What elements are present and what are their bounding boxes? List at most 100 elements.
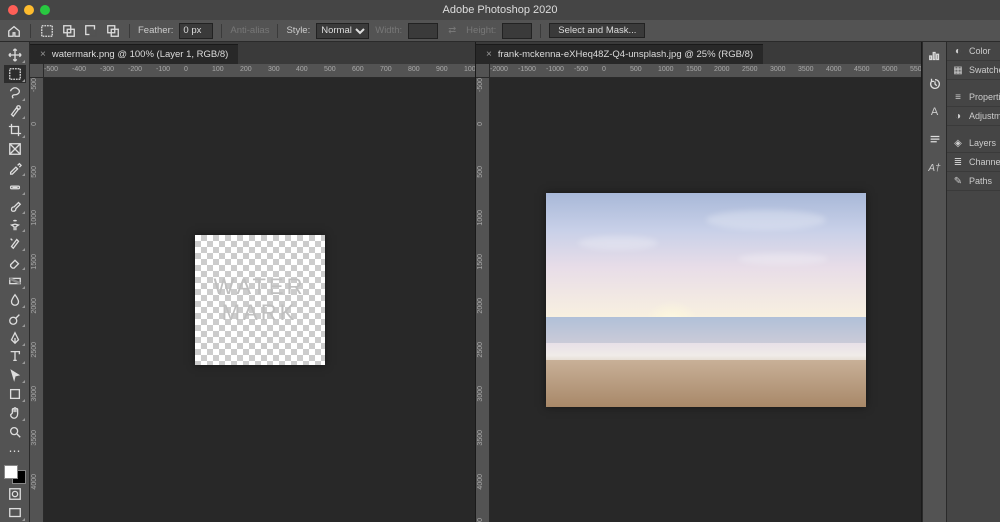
feather-label: Feather: bbox=[138, 25, 173, 36]
doc1-tabbar: × watermark.png @ 100% (Layer 1, RGB/8) bbox=[30, 42, 475, 64]
ruler-tick: -300 bbox=[100, 66, 114, 73]
ruler-tick: 500 bbox=[630, 66, 642, 73]
dodge-tool[interactable] bbox=[4, 310, 26, 328]
marquee-tool[interactable] bbox=[4, 65, 26, 83]
eyedropper-tool[interactable] bbox=[4, 159, 26, 177]
ruler-tick: 1500 bbox=[686, 66, 702, 73]
ruler-tick: 500 bbox=[477, 166, 484, 178]
panel-swatches[interactable]: ▦Swatches bbox=[947, 61, 1000, 80]
panel-color[interactable]: ◐Color bbox=[947, 42, 1000, 61]
paths-icon: ✎ bbox=[952, 175, 964, 187]
ruler-tick: -1000 bbox=[546, 66, 564, 73]
properties-icon: ≡ bbox=[952, 91, 964, 103]
select-and-mask-button[interactable]: Select and Mask... bbox=[549, 23, 645, 38]
ruler-tick: 3500 bbox=[31, 430, 38, 446]
channels-icon: ≣ bbox=[952, 156, 964, 168]
frame-tool[interactable] bbox=[4, 140, 26, 158]
home-icon[interactable] bbox=[6, 23, 22, 39]
zoom-window-button[interactable] bbox=[40, 5, 50, 15]
ruler-tick: 1000 bbox=[658, 66, 674, 73]
doc1-canvas[interactable]: WATER MARK bbox=[44, 78, 475, 522]
width-input[interactable] bbox=[408, 23, 438, 39]
ruler-tick: 1500 bbox=[477, 254, 484, 270]
ruler-tick: 1000 bbox=[477, 210, 484, 226]
document-2: × frank-mckenna-eXHeq48Z-Q4-unsplash.jpg… bbox=[476, 42, 922, 522]
selection-subtract-icon[interactable] bbox=[83, 23, 99, 39]
ruler-tick: 2500 bbox=[742, 66, 758, 73]
ruler-tick: -1500 bbox=[518, 66, 536, 73]
quickmask-toggle[interactable] bbox=[4, 485, 26, 503]
selection-new-icon[interactable] bbox=[39, 23, 55, 39]
panel-label: Swatches bbox=[969, 65, 1000, 75]
selection-add-icon[interactable] bbox=[61, 23, 77, 39]
selection-intersect-icon[interactable] bbox=[105, 23, 121, 39]
shape-tool[interactable] bbox=[4, 385, 26, 403]
panel-adjustments[interactable]: ◑Adjustments bbox=[947, 107, 1000, 126]
ruler-tick: -100 bbox=[156, 66, 170, 73]
app-title: Adobe Photoshop 2020 bbox=[443, 4, 558, 16]
paragraph-icon[interactable] bbox=[927, 132, 943, 148]
tools-panel: ⋯ bbox=[0, 42, 30, 522]
path-select-tool[interactable] bbox=[4, 366, 26, 384]
doc1-tab[interactable]: × watermark.png @ 100% (Layer 1, RGB/8) bbox=[30, 44, 238, 64]
ruler-tick: 0 bbox=[31, 122, 38, 126]
hand-tool[interactable] bbox=[4, 404, 26, 422]
history-icon[interactable] bbox=[927, 76, 943, 92]
zoom-tool[interactable] bbox=[4, 423, 26, 441]
pen-tool[interactable] bbox=[4, 329, 26, 347]
ruler-tick: 2500 bbox=[31, 342, 38, 358]
ruler-tick: -500 bbox=[44, 66, 58, 73]
ruler-tick: 4500 bbox=[477, 518, 484, 522]
glyphs-icon[interactable]: A† bbox=[927, 160, 943, 176]
doc2-tab[interactable]: × frank-mckenna-eXHeq48Z-Q4-unsplash.jpg… bbox=[476, 44, 763, 64]
panel-label: Layers bbox=[969, 138, 996, 148]
antialias-checkbox[interactable]: Anti-alias bbox=[230, 25, 269, 36]
panel-properties[interactable]: ≡ Properties bbox=[947, 88, 1000, 107]
close-icon[interactable]: × bbox=[40, 49, 46, 60]
ruler-tick: -400 bbox=[72, 66, 86, 73]
panel-label: Properties bbox=[969, 92, 1000, 102]
panel-channels[interactable]: ≣Channels bbox=[947, 153, 1000, 172]
blur-tool[interactable] bbox=[4, 291, 26, 309]
character-icon[interactable]: A bbox=[927, 104, 943, 120]
crop-tool[interactable] bbox=[4, 121, 26, 139]
height-input[interactable] bbox=[502, 23, 532, 39]
edit-toolbar[interactable]: ⋯ bbox=[4, 442, 26, 460]
ruler-tick: 3000 bbox=[477, 386, 484, 402]
healing-tool[interactable] bbox=[4, 178, 26, 196]
color-swatches[interactable] bbox=[4, 465, 26, 485]
quick-select-tool[interactable] bbox=[4, 103, 26, 121]
ruler-tick: 800 bbox=[408, 66, 420, 73]
brush-tool[interactable] bbox=[4, 197, 26, 215]
panel-layers[interactable]: ◈Layers bbox=[947, 134, 1000, 153]
lasso-tool[interactable] bbox=[4, 84, 26, 102]
ruler-tick: -500 bbox=[31, 78, 38, 92]
ruler-tick: 700 bbox=[380, 66, 392, 73]
feather-input[interactable] bbox=[179, 23, 213, 39]
histogram-icon[interactable] bbox=[927, 48, 943, 64]
close-icon[interactable]: × bbox=[486, 49, 492, 60]
eraser-tool[interactable] bbox=[4, 253, 26, 271]
panel-label: Paths bbox=[969, 176, 992, 186]
close-window-button[interactable] bbox=[8, 5, 18, 15]
ruler-tick: 0 bbox=[477, 122, 484, 126]
screenmode-toggle[interactable] bbox=[4, 504, 26, 522]
type-tool[interactable] bbox=[4, 348, 26, 366]
clone-tool[interactable] bbox=[4, 216, 26, 234]
ruler-tick: -500 bbox=[574, 66, 588, 73]
minimize-window-button[interactable] bbox=[24, 5, 34, 15]
document-area: × watermark.png @ 100% (Layer 1, RGB/8) … bbox=[30, 42, 922, 522]
style-label: Style: bbox=[286, 25, 310, 36]
panel-paths[interactable]: ✎ Paths bbox=[947, 172, 1000, 191]
ruler-tick: 3500 bbox=[798, 66, 814, 73]
style-select[interactable]: Normal bbox=[316, 23, 369, 39]
height-label: Height: bbox=[466, 25, 496, 36]
ruler-tick: 200 bbox=[240, 66, 252, 73]
ruler-tick: 4500 bbox=[854, 66, 870, 73]
ruler-tick: 400 bbox=[296, 66, 308, 73]
doc2-canvas[interactable] bbox=[490, 78, 921, 522]
move-tool[interactable] bbox=[4, 46, 26, 64]
right-dock-collapsed: A A† bbox=[922, 42, 946, 522]
history-brush-tool[interactable] bbox=[4, 234, 26, 252]
gradient-tool[interactable] bbox=[4, 272, 26, 290]
